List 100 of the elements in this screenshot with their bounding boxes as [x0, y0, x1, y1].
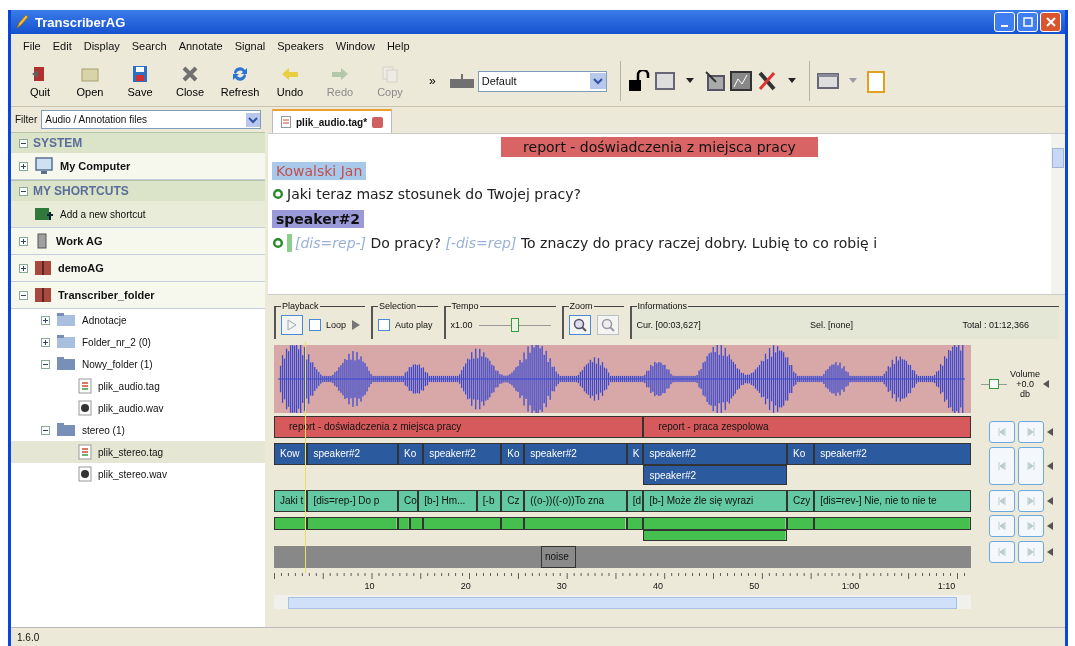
tree-item[interactable]: stereo (1): [11, 419, 265, 441]
filter-dropdown[interactable]: Audio / Annotation files: [41, 110, 261, 129]
caret-icon[interactable]: [685, 78, 694, 84]
track-segment[interactable]: [b-] Może źle się wyrazi: [643, 490, 787, 512]
track-button[interactable]: [1018, 420, 1044, 443]
tree-item[interactable]: plik_stereo.tag: [11, 441, 265, 463]
track-button[interactable]: [1018, 515, 1044, 537]
menu-item[interactable]: Search: [125, 38, 173, 54]
expand-icon[interactable]: [41, 315, 50, 325]
section-header[interactable]: MY SHORTCUTS: [11, 180, 265, 201]
track-segment[interactable]: [643, 530, 787, 541]
toolbar-button[interactable]: Open: [67, 59, 113, 103]
menu-item[interactable]: Speakers: [271, 38, 330, 54]
document-tab[interactable]: plik_audio.tag*: [272, 109, 393, 133]
track-button[interactable]: [989, 540, 1015, 563]
track-segment[interactable]: Ko: [501, 443, 525, 465]
track-segment[interactable]: report - praca zespolowa: [643, 416, 971, 438]
track-segment[interactable]: speaker#2: [423, 443, 502, 465]
zoom-out-button[interactable]: [596, 315, 619, 335]
clipboard-icon[interactable]: [866, 69, 885, 93]
track-segment[interactable]: noise: [540, 546, 576, 568]
menu-item[interactable]: Annotate: [172, 38, 229, 54]
menu-item[interactable]: Display: [77, 38, 126, 54]
track-segment[interactable]: [dis=rev-] Nie, nie to nie te: [814, 490, 971, 512]
track-segment[interactable]: Czy: [787, 490, 815, 512]
arrow-icon[interactable]: [1047, 427, 1053, 436]
toolbar-button[interactable]: Refresh: [217, 59, 263, 103]
cursor-icon[interactable]: [703, 70, 726, 92]
track-segment[interactable]: [b-] Hm...: [418, 490, 477, 512]
caret-icon[interactable]: [246, 112, 260, 127]
more-button[interactable]: »: [429, 74, 436, 88]
track-segment[interactable]: [398, 517, 410, 530]
chart-icon[interactable]: [729, 70, 752, 92]
profile-dropdown[interactable]: Default: [477, 70, 607, 92]
arrow-icon[interactable]: [1047, 547, 1053, 556]
expand-icon[interactable]: [19, 236, 28, 246]
tree-item[interactable]: plik_stereo.wav: [11, 463, 265, 485]
tree-item[interactable]: Adnotacje: [11, 309, 265, 331]
arrow-icon[interactable]: [1047, 462, 1053, 470]
play-button[interactable]: [281, 315, 303, 335]
loop-checkbox[interactable]: Loop: [309, 319, 347, 331]
play-icon[interactable]: [352, 320, 361, 330]
tree-item[interactable]: demoAG: [11, 255, 265, 282]
scrollbar[interactable]: [1051, 134, 1065, 294]
toolbar-button[interactable]: Close: [167, 59, 213, 103]
minimize-button[interactable]: [994, 12, 1015, 32]
caret-icon[interactable]: [787, 78, 796, 84]
tree-item[interactable]: Folder_nr_2 (0): [11, 331, 265, 353]
menu-item[interactable]: Signal: [228, 38, 272, 54]
tree-item[interactable]: Transcriber_folder: [11, 282, 265, 309]
tree-item[interactable]: Nowy_folder (1): [11, 353, 265, 375]
track-segment[interactable]: [-b: [476, 490, 502, 512]
arrow-icon[interactable]: [1047, 496, 1053, 505]
track-segment[interactable]: ((o-))((-o))To zna: [524, 490, 627, 512]
menu-item[interactable]: Help: [380, 38, 416, 54]
tree-item[interactable]: My Computer: [11, 153, 265, 180]
track-segment[interactable]: [dis=rep-] Do p: [307, 490, 399, 512]
collapse-icon[interactable]: [41, 359, 50, 369]
track-segment[interactable]: Co: [398, 490, 419, 512]
collapse-icon[interactable]: [19, 138, 28, 148]
menu-item[interactable]: Window: [329, 38, 381, 54]
zoom-in-button[interactable]: [568, 315, 591, 335]
track-button[interactable]: [1018, 489, 1044, 512]
track-segment[interactable]: speaker#2: [524, 443, 627, 465]
track-segment[interactable]: speaker#2: [643, 443, 787, 465]
unlock-icon[interactable]: [627, 70, 650, 92]
tree-item[interactable]: plik_audio.tag: [11, 375, 265, 397]
collapse-icon[interactable]: [19, 186, 28, 196]
track-button[interactable]: [1018, 447, 1044, 485]
tree-item[interactable]: Add a new shortcut: [11, 201, 265, 228]
track-segment[interactable]: Ko: [787, 443, 815, 465]
menu-item[interactable]: File: [17, 38, 47, 54]
track-segment[interactable]: Kow: [274, 443, 308, 465]
menu-item[interactable]: Edit: [46, 38, 78, 54]
scrollbar[interactable]: [274, 595, 971, 609]
track-button[interactable]: [989, 447, 1015, 485]
toolbar-button[interactable]: Undo: [267, 59, 313, 103]
expand-icon[interactable]: [41, 337, 50, 347]
expand-icon[interactable]: [19, 161, 28, 171]
track-button[interactable]: [989, 515, 1015, 537]
track-segment[interactable]: speaker#2: [814, 443, 971, 465]
toolbar-button[interactable]: Save: [117, 59, 163, 103]
tree-item[interactable]: plik_audio.wav: [11, 397, 265, 419]
track-segment[interactable]: Ko: [398, 443, 424, 465]
close-button[interactable]: [1040, 12, 1061, 32]
track-button[interactable]: [1018, 540, 1044, 563]
maximize-button[interactable]: [1017, 12, 1038, 32]
arrow-icon[interactable]: [1047, 522, 1053, 530]
window-icon[interactable]: [653, 70, 676, 92]
tree-item[interactable]: Work AG: [11, 228, 265, 255]
track-segment[interactable]: speaker#2: [307, 443, 399, 465]
section-header[interactable]: SYSTEM: [11, 132, 265, 153]
collapse-icon[interactable]: [19, 290, 28, 300]
close-icon[interactable]: [372, 116, 384, 128]
caret-icon[interactable]: [589, 73, 606, 89]
collapse-icon[interactable]: [41, 425, 50, 435]
track-segment[interactable]: Cz: [501, 490, 525, 512]
track-segment[interactable]: speaker#2: [643, 465, 787, 485]
window-icon[interactable]: [816, 70, 839, 92]
arrow-icon[interactable]: [1043, 380, 1050, 388]
